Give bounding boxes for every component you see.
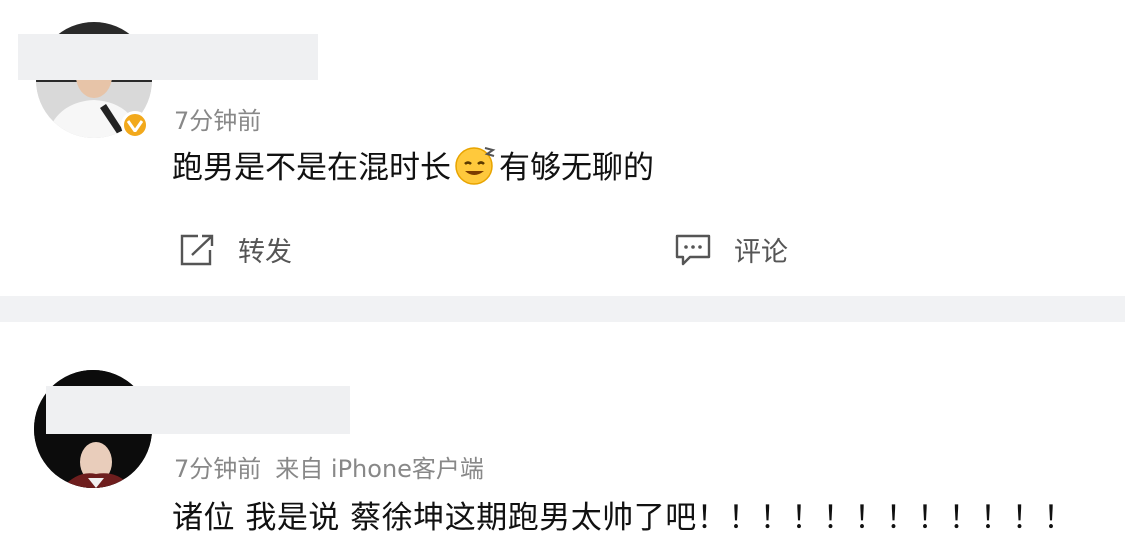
dizzy-smile-emoji-icon [453,142,497,186]
comment-label: 评论 [734,237,788,268]
repost-label: 转发 [238,237,292,268]
repost-button[interactable]: 转发 [178,230,292,269]
post-card: 7分钟前 来自 iPhone客户端 诸位 我是说 蔡徐坤这期跑男太帅了吧！！！！！… [0,322,1125,551]
post-divider [0,296,1125,322]
post-text-part: 跑男是不是在混时长 [172,149,451,186]
post-source: 来自 iPhone客户端 [275,455,484,483]
verified-badge-icon [121,111,149,139]
post-time: 7分钟前 [174,107,262,135]
username-redacted [46,386,350,434]
post-meta: 7分钟前 来自 iPhone客户端 [174,449,484,484]
comment-icon [675,234,711,265]
post-text: 跑男是不是在混时长 有够无聊的 [172,142,654,186]
post-time: 7分钟前 [174,455,262,483]
repost-icon [180,234,214,265]
comment-button[interactable]: 评论 [674,230,788,269]
username-redacted [18,34,318,80]
post-card: 7分钟前 跑男是不是在混时长 有够无聊的 转发 评论 [0,0,1125,296]
post-text-part: 有够无聊的 [499,149,654,186]
post-text: 诸位 我是说 蔡徐坤这期跑男太帅了吧！！！！！！！！！！！！ [172,499,1075,536]
